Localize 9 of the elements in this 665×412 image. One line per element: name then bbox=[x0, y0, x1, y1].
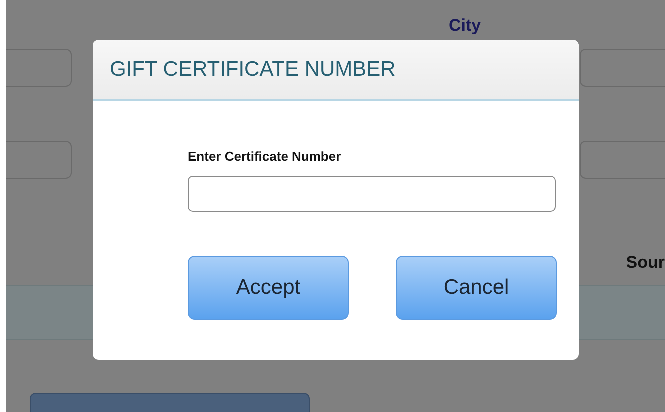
input-field[interactable] bbox=[188, 176, 556, 212]
input-field bbox=[6, 49, 72, 87]
cancel-button[interactable]: Cancel bbox=[396, 256, 557, 320]
column-label: City bbox=[449, 16, 482, 36]
accept-button[interactable]: Accept bbox=[188, 256, 349, 320]
input-field bbox=[6, 141, 72, 179]
column-label: Sour bbox=[626, 252, 665, 272]
dialog-title: GIFT CERTIFICATE NUMBER bbox=[110, 58, 396, 82]
field-label: Enter Certificate Number bbox=[188, 149, 342, 164]
